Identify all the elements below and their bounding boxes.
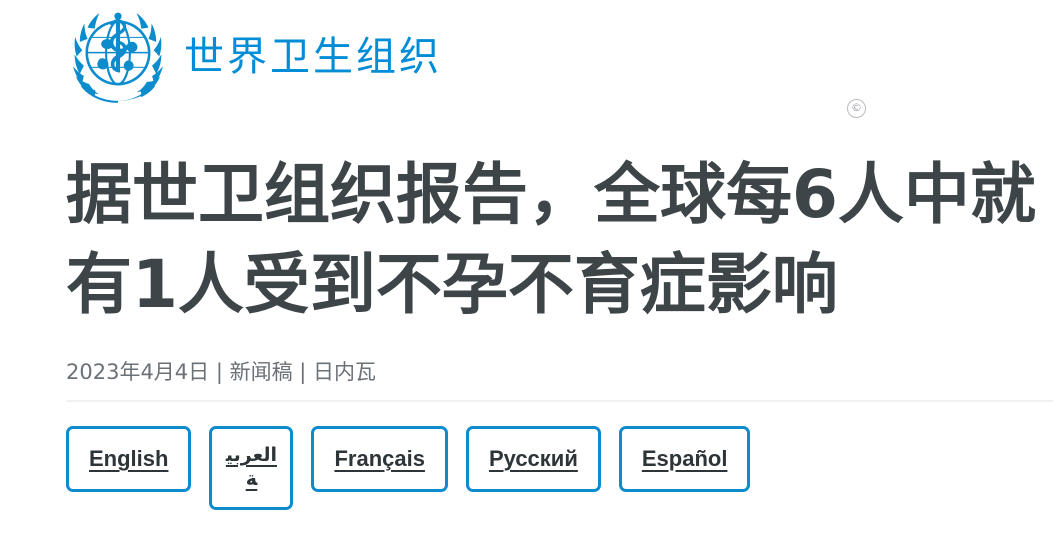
language-switcher: English العربية Français Русский Español [66,402,1053,510]
lang-button-french[interactable]: Français [311,426,448,492]
lang-label-spanish: Español [641,446,728,471]
page-title: 据世卫组织报告，全球每6人中就有1人受到不孕不育症影响 [66,156,1036,323]
who-logo-link[interactable]: 世界卫生组织 [66,9,442,105]
who-wordmark: 世界卫生组织 [184,34,442,80]
lang-button-spanish[interactable]: Español [618,426,751,492]
article-content: 据世卫组织报告，全球每6人中就有1人受到不孕不育症影响 2023年4月4日 | … [66,150,1053,510]
lang-label-english: English [89,446,169,471]
page-root: 世界卫生组织 © 据世卫组织报告，全球每6人中就有1人受到不孕不育症影响 202… [0,0,1057,553]
who-emblem-icon [66,9,170,105]
site-header: 世界卫生组织 [0,0,1057,118]
lang-button-arabic[interactable]: العربية [209,426,294,510]
lang-label-russian: Русский [488,446,578,471]
lang-label-arabic: العربية [225,445,277,490]
lang-label-french: Français [334,446,425,471]
lang-button-english[interactable]: English [66,426,192,492]
article-meta: 2023年4月4日 | 新闻稿 | 日内瓦 [66,360,377,384]
lang-button-russian[interactable]: Русский [465,426,601,492]
copyright-icon: © [847,99,866,118]
